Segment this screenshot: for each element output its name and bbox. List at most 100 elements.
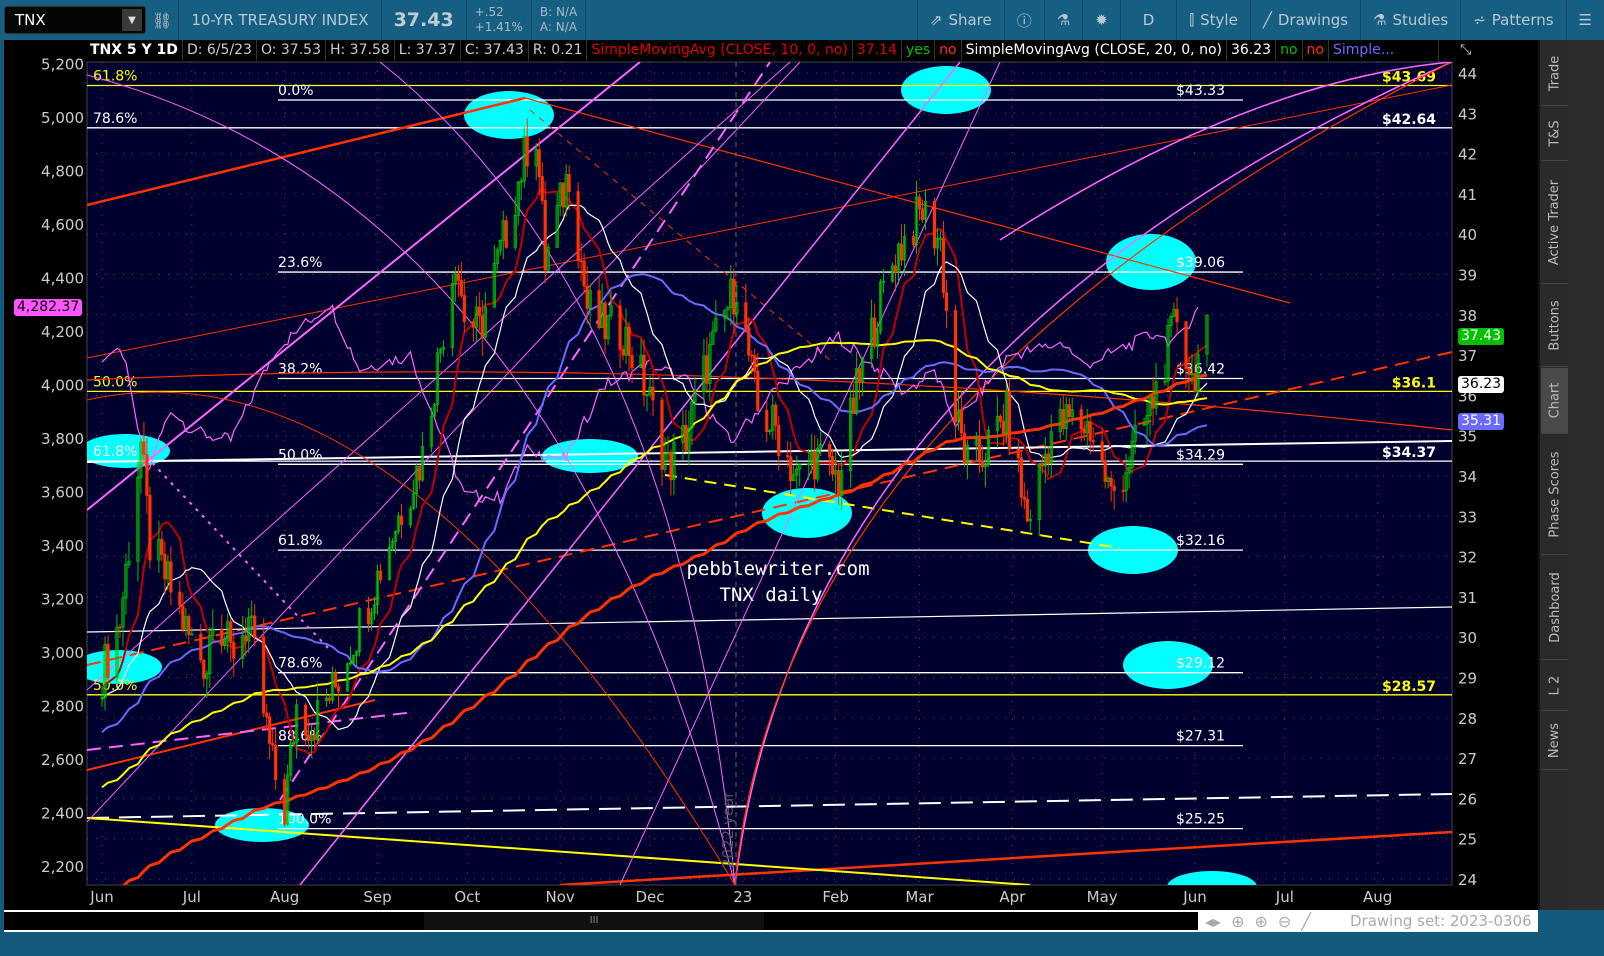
candle-body xyxy=(789,456,793,482)
candle-body xyxy=(669,452,673,481)
target-ellipse xyxy=(901,66,991,114)
candle-body xyxy=(232,642,236,659)
target-ellipse xyxy=(464,91,554,139)
bid-ask-block: B: N/A A: N/A xyxy=(532,5,585,35)
candle-body xyxy=(579,260,583,263)
link-icon[interactable]: ⛓ xyxy=(146,11,178,30)
chevron-down-icon[interactable]: ▼ xyxy=(122,9,142,31)
candle-body xyxy=(262,636,266,714)
candle-body xyxy=(265,712,269,718)
price-chart[interactable]: 61.8% $43.69 78.6% $42.64 50.0% $36.1 61.8% $34… xyxy=(4,40,1538,910)
candle-body xyxy=(178,591,182,607)
left-axis-tick: 3,800 xyxy=(41,430,84,448)
fib-price: $27.31 xyxy=(1176,729,1225,745)
drawings-button[interactable]: ╱ Drawings xyxy=(1251,0,1360,40)
level-price: $28.57 xyxy=(1382,679,1436,695)
left-axis-tick: 2,800 xyxy=(41,698,84,716)
left-axis-tick: 2,600 xyxy=(41,751,84,769)
sidebar-tab-chart[interactable]: Chart xyxy=(1541,368,1569,434)
change-block: +.52 +1.41% xyxy=(467,5,531,35)
info-range: R: 0.21 xyxy=(529,40,588,61)
symbol-selector[interactable]: TNX ▼ xyxy=(4,6,146,34)
candle-body xyxy=(920,208,925,220)
study-sma20[interactable]: SimpleMovingAvg (CLOSE, 20, 0, no) xyxy=(962,40,1227,61)
right-axis-tick: 44 xyxy=(1458,65,1477,83)
zoom-fit-icon[interactable]: ⤡ xyxy=(1460,42,1471,58)
tab-label: Phase Scores xyxy=(1547,451,1563,538)
candle-body xyxy=(1040,464,1044,467)
study-sma20-flag: no xyxy=(1276,40,1303,61)
x-axis-tick: Aug xyxy=(1363,888,1392,906)
chart-area[interactable]: 61.8% $43.69 78.6% $42.64 50.0% $36.1 61.8% $34… xyxy=(4,40,1538,910)
candle-body xyxy=(959,409,964,434)
sidebar-tab-trade[interactable]: Trade xyxy=(1541,42,1569,106)
toolbar: TNX ▼ ⛓ 10-YR TREASURY INDEX 37.43 +.52 +1… xyxy=(0,0,1604,40)
sidebar-tab-dashboard[interactable]: Dashboard xyxy=(1541,556,1569,660)
right-axis-tick: 40 xyxy=(1458,226,1477,244)
candle-body xyxy=(187,616,191,635)
candle-body xyxy=(899,243,904,261)
candle-body xyxy=(1184,321,1188,369)
level-price: $34.37 xyxy=(1382,445,1436,461)
zoom-out-icon[interactable]: ⊖ xyxy=(1278,912,1291,931)
candle-body xyxy=(327,697,332,701)
drawing-set-label[interactable]: Drawing set: 2023-0306 xyxy=(1350,910,1532,932)
share-button[interactable]: ⇗ Share xyxy=(918,0,1004,40)
fib-percent: 38.2% xyxy=(278,361,322,377)
menu-button[interactable]: ☰ xyxy=(1567,0,1604,40)
candle-body xyxy=(998,415,1002,422)
candle-body xyxy=(753,355,757,372)
candle-body xyxy=(304,704,308,736)
study-sma20-value: 36.23 xyxy=(1227,40,1277,61)
flask-button[interactable]: ⚗ xyxy=(1045,0,1082,40)
draw-line-icon[interactable]: ╱ xyxy=(1301,912,1311,931)
studies-label: Studies xyxy=(1392,11,1449,29)
tab-label: Active Trader xyxy=(1547,179,1563,266)
settings-button[interactable]: ✹ xyxy=(1083,0,1120,40)
studies-button[interactable]: ⚗ Studies xyxy=(1361,0,1460,40)
candle-body xyxy=(582,260,586,287)
candle-body xyxy=(1091,440,1095,443)
divider xyxy=(585,0,587,40)
info-button[interactable]: ⓘ xyxy=(1005,0,1044,40)
style-button[interactable]: ⫿ Style xyxy=(1177,0,1250,40)
style-label: Style xyxy=(1200,11,1238,29)
horizontal-scrollbar[interactable]: III xyxy=(4,912,1198,930)
study-sma10[interactable]: SimpleMovingAvg (CLOSE, 10, 0, no) xyxy=(587,40,853,61)
level-price: $42.64 xyxy=(1382,112,1436,128)
patterns-button[interactable]: ⩫ Patterns xyxy=(1461,0,1565,40)
crosshair-icon[interactable]: ⊕ xyxy=(1231,912,1244,931)
info-icon: ⓘ xyxy=(1016,11,1032,30)
sidebar-tab-phase-scores[interactable]: Phase Scores xyxy=(1541,435,1569,555)
bid: B: N/A xyxy=(539,5,578,19)
left-axis-tick: 5,000 xyxy=(41,109,84,127)
candle-body xyxy=(642,354,646,396)
zoom-in-icon[interactable]: ⊕ xyxy=(1254,912,1267,931)
scrollbar-thumb[interactable]: III xyxy=(424,912,764,930)
candle-body xyxy=(471,321,475,328)
right-axis-tick: 26 xyxy=(1458,790,1477,808)
tab-label: Dashboard xyxy=(1547,572,1563,643)
candle-body xyxy=(1187,368,1191,376)
x-axis-tick: Feb xyxy=(822,888,849,906)
candle-body xyxy=(253,615,257,638)
watermark-site: pebblewriter.com xyxy=(686,558,869,580)
sidebar-tab-l2[interactable]: L 2 xyxy=(1541,661,1569,711)
sidebar-tab-news[interactable]: News xyxy=(1541,712,1569,770)
pan-icon[interactable]: ◂▸ xyxy=(1205,912,1221,931)
candle-body xyxy=(627,326,631,356)
sidebar-tab-ts[interactable]: T&S xyxy=(1541,107,1569,161)
sidebar-tab-active-trader[interactable]: Active Trader xyxy=(1541,162,1569,284)
right-axis-tick: 28 xyxy=(1458,710,1477,728)
candle-body xyxy=(765,410,769,432)
study-sma-more[interactable]: Simple... xyxy=(1329,40,1439,61)
tab-label: Chart xyxy=(1547,382,1563,419)
candle-body xyxy=(220,628,224,646)
candle-body xyxy=(858,368,862,382)
timeframe-button[interactable]: D xyxy=(1121,0,1177,40)
sidebar-tab-buttons[interactable]: Buttons xyxy=(1541,285,1569,367)
x-axis-tick: Aug xyxy=(270,888,299,906)
candle-body xyxy=(962,432,967,464)
candle-body xyxy=(1067,404,1071,418)
candle-body xyxy=(456,273,460,281)
